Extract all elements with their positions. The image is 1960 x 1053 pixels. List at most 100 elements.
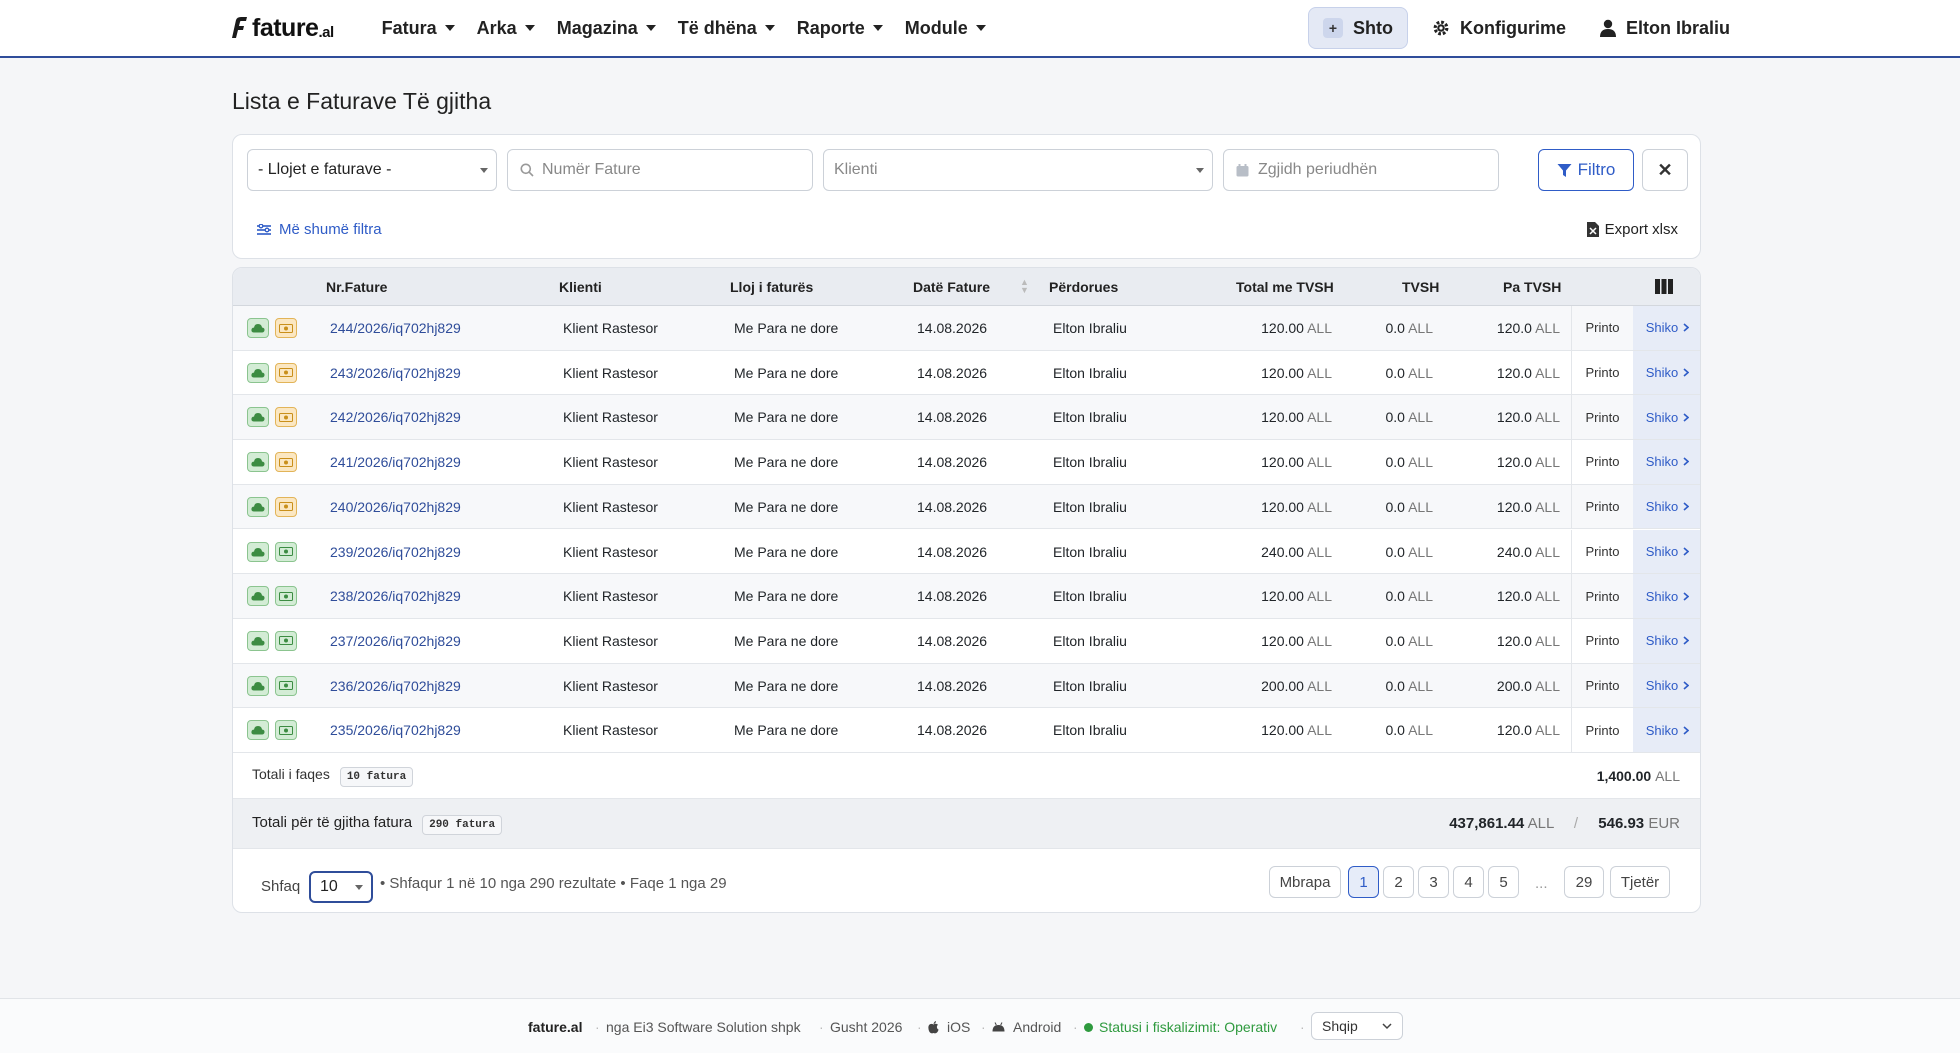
prev-page-button[interactable]: Mbrapa bbox=[1269, 866, 1341, 898]
table-row[interactable]: 241/2026/iq702hj829 Klient Rastesor Me Par… bbox=[233, 440, 1700, 485]
export-xlsx-button[interactable]: Export xlsx bbox=[1586, 221, 1678, 238]
page-button-last[interactable]: 29 bbox=[1564, 866, 1604, 898]
ios-link[interactable]: iOS bbox=[928, 1019, 970, 1035]
invoice-number-link[interactable]: 243/2026/iq702hj829 bbox=[330, 365, 461, 381]
more-filters-link[interactable]: Më shumë filtra bbox=[257, 221, 382, 238]
user-name: Elton Ibraliu bbox=[1625, 17, 1730, 38]
print-button[interactable]: Printo bbox=[1571, 350, 1633, 395]
columns-icon[interactable] bbox=[1655, 279, 1673, 294]
invoice-number-link[interactable]: 235/2026/iq702hj829 bbox=[330, 722, 461, 738]
footer-brand[interactable]: fature.al bbox=[528, 1019, 582, 1035]
col-header-client[interactable]: Klienti bbox=[559, 279, 602, 295]
clear-filters-button[interactable]: ✕ bbox=[1642, 149, 1688, 191]
table-row[interactable]: 237/2026/iq702hj829 Klient Rastesor Me Par… bbox=[233, 618, 1700, 664]
date-cell: 14.08.2026 bbox=[917, 454, 988, 471]
pagination-ellipsis: ... bbox=[1535, 875, 1548, 892]
print-button[interactable]: Printo bbox=[1571, 484, 1633, 529]
vat-cell: 0.0 ALL bbox=[1385, 499, 1433, 515]
print-button[interactable]: Printo bbox=[1571, 306, 1633, 350]
view-button[interactable]: Shiko bbox=[1633, 618, 1700, 663]
nav-menu-raporte[interactable]: Raporte bbox=[797, 18, 883, 39]
view-button[interactable]: Shiko bbox=[1633, 574, 1700, 618]
invoice-type-select[interactable]: - Llojet e faturave - bbox=[247, 149, 497, 191]
col-header-date[interactable]: Datë Fature bbox=[913, 279, 990, 295]
currency-label: ALL bbox=[1307, 409, 1332, 426]
invoice-number-link[interactable]: 237/2026/iq702hj829 bbox=[330, 633, 461, 649]
user-menu[interactable]: Elton Ibraliu bbox=[1599, 17, 1730, 39]
invoice-number-link[interactable]: 240/2026/iq702hj829 bbox=[330, 499, 461, 515]
page-totals-row: Totali i faqes 10 fatura 1,400.00 ALL bbox=[233, 753, 1700, 799]
user-icon bbox=[1599, 19, 1616, 37]
android-link[interactable]: Android bbox=[992, 1019, 1061, 1035]
view-button[interactable]: Shiko bbox=[1633, 708, 1700, 752]
table-row[interactable]: 240/2026/iq702hj829 Klient Rastesor Me Par… bbox=[233, 484, 1700, 530]
filter-button[interactable]: Filtro bbox=[1538, 149, 1634, 191]
print-button[interactable]: Printo bbox=[1571, 395, 1633, 440]
view-button[interactable]: Shiko bbox=[1633, 350, 1700, 395]
table-row[interactable]: 238/2026/iq702hj829 Klient Rastesor Me Par… bbox=[233, 574, 1700, 619]
app-logo[interactable]: fature .al bbox=[230, 14, 334, 43]
period-picker[interactable]: Zgjidh periudhën bbox=[1223, 149, 1499, 191]
table-row[interactable]: 244/2026/iq702hj829 Klient Rastesor Me Par… bbox=[233, 306, 1700, 351]
col-header-number[interactable]: Nr.Fature bbox=[326, 279, 387, 295]
config-link[interactable]: Konfigurime bbox=[1432, 18, 1566, 39]
print-button[interactable]: Printo bbox=[1571, 663, 1633, 708]
client-select[interactable]: Klienti bbox=[823, 149, 1213, 191]
print-button[interactable]: Printo bbox=[1571, 708, 1633, 752]
invoice-number-input[interactable]: Numër Fature bbox=[507, 149, 813, 191]
page-button-1[interactable]: 1 bbox=[1348, 866, 1379, 898]
invoice-number-link[interactable]: 242/2026/iq702hj829 bbox=[330, 409, 461, 425]
col-header-user[interactable]: Përdorues bbox=[1049, 279, 1118, 295]
table-row[interactable]: 242/2026/iq702hj829 Klient Rastesor Me Par… bbox=[233, 395, 1700, 441]
invoice-number-link[interactable]: 238/2026/iq702hj829 bbox=[330, 588, 461, 604]
col-header-total-vat[interactable]: Total me TVSH bbox=[1236, 279, 1334, 295]
print-button[interactable]: Printo bbox=[1571, 529, 1633, 574]
view-button[interactable]: Shiko bbox=[1633, 306, 1700, 350]
nav-menu-arka[interactable]: Arka bbox=[477, 18, 535, 39]
print-button[interactable]: Printo bbox=[1571, 574, 1633, 618]
page-button-5[interactable]: 5 bbox=[1488, 866, 1519, 898]
vat-amount: 0.0 bbox=[1385, 364, 1405, 381]
vat-cell: 0.0 ALL bbox=[1385, 678, 1433, 694]
vat-amount: 0.0 bbox=[1385, 588, 1405, 605]
table-row[interactable]: 243/2026/iq702hj829 Klient Rastesor Me Par… bbox=[233, 350, 1700, 396]
nav-menu-module[interactable]: Module bbox=[905, 18, 986, 39]
language-select[interactable]: Shqip bbox=[1311, 1012, 1403, 1040]
view-button[interactable]: Shiko bbox=[1633, 663, 1700, 708]
page-button-4[interactable]: 4 bbox=[1453, 866, 1484, 898]
page-button-3[interactable]: 3 bbox=[1418, 866, 1449, 898]
col-header-type[interactable]: Lloj i faturës bbox=[730, 279, 813, 295]
nav-menu-te-dhena[interactable]: Të dhëna bbox=[678, 18, 775, 39]
col-header-vat[interactable]: TVSH bbox=[1402, 279, 1439, 295]
chevron-right-icon bbox=[1683, 502, 1690, 511]
view-button[interactable]: Shiko bbox=[1633, 395, 1700, 440]
page-button-2[interactable]: 2 bbox=[1383, 866, 1414, 898]
invoice-number-link[interactable]: 239/2026/iq702hj829 bbox=[330, 544, 461, 560]
col-header-no-vat[interactable]: Pa TVSH bbox=[1503, 279, 1561, 295]
print-button[interactable]: Printo bbox=[1571, 440, 1633, 484]
view-button[interactable]: Shiko bbox=[1633, 440, 1700, 484]
invoice-number-link[interactable]: 241/2026/iq702hj829 bbox=[330, 454, 461, 470]
table-row[interactable]: 239/2026/iq702hj829 Klient Rastesor Me Par… bbox=[233, 529, 1700, 575]
per-page-select[interactable]: 10 bbox=[309, 871, 373, 903]
add-button[interactable]: + Shto bbox=[1307, 7, 1408, 49]
table-row[interactable]: 235/2026/iq702hj829 Klient Rastesor Me Par… bbox=[233, 708, 1700, 753]
nav-menu-fatura[interactable]: Fatura bbox=[382, 18, 455, 39]
invoice-number-link[interactable]: 236/2026/iq702hj829 bbox=[330, 678, 461, 694]
view-button[interactable]: Shiko bbox=[1633, 529, 1700, 574]
view-button[interactable]: Shiko bbox=[1633, 484, 1700, 529]
more-filters-label: Më shumë filtra bbox=[279, 221, 382, 238]
all-totals-row: Totali për të gjitha fatura 290 fatura 43… bbox=[233, 799, 1700, 849]
nav-menu-magazina[interactable]: Magazina bbox=[557, 18, 656, 39]
invoice-number-link[interactable]: 244/2026/iq702hj829 bbox=[330, 320, 461, 336]
sort-icon[interactable]: ▲ ▼ bbox=[1020, 278, 1029, 295]
print-button[interactable]: Printo bbox=[1571, 618, 1633, 663]
invoice-type-cell: Me Para ne dore bbox=[734, 588, 839, 605]
footer: fature.al · nga Ei3 Software Solution sh… bbox=[0, 998, 1960, 1053]
caret-down-icon bbox=[355, 885, 363, 890]
next-page-button[interactable]: Tjetër bbox=[1610, 866, 1670, 898]
table-row[interactable]: 236/2026/iq702hj829 Klient Rastesor Me Par… bbox=[233, 663, 1700, 709]
cloud-icon bbox=[251, 502, 265, 512]
chevron-right-icon bbox=[1683, 457, 1690, 467]
vat-cell: 0.0 ALL bbox=[1385, 365, 1433, 381]
